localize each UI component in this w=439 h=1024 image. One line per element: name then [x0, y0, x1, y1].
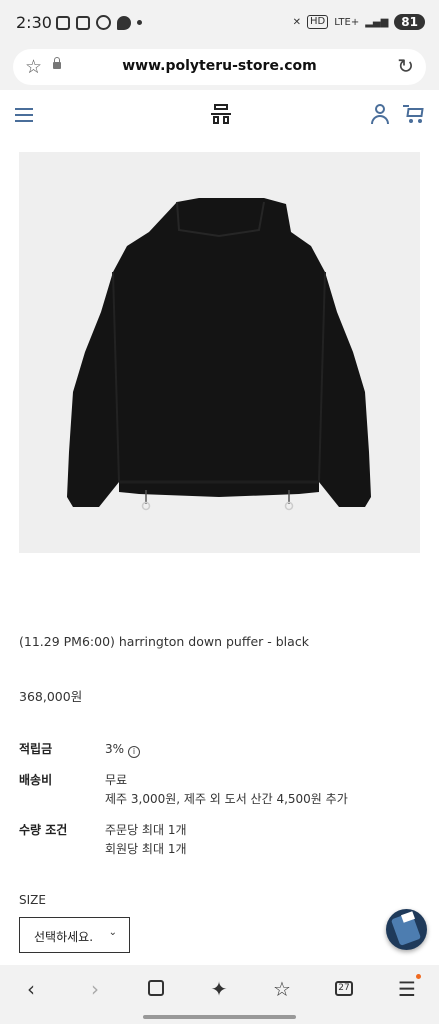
site-header [0, 90, 439, 140]
status-time: 2:30 [16, 13, 52, 32]
info-value-line: 주문당 최대 1개 [105, 823, 187, 837]
info-label: 수량 조건 [19, 823, 68, 837]
info-value-line: 제주 3,000원, 제주 외 도서 산간 4,500원 추가 [105, 792, 348, 806]
forward-arrow-icon[interactable]: › [80, 975, 110, 1003]
more-notifications-icon [137, 20, 142, 25]
info-value: 무료 제주 3,000원, 제주 외 도서 산간 4,500원 추가 [105, 771, 348, 809]
info-icon[interactable]: i [128, 746, 141, 758]
size-label: SIZE [19, 893, 46, 907]
hd-badge: HD [306, 15, 329, 29]
mute-icon: ✕ [292, 16, 301, 28]
floating-promo-button[interactable] [386, 909, 427, 950]
product-name: (11.29 PM6:00) harrington down puffer - … [19, 634, 309, 649]
reload-icon[interactable]: ↻ [397, 55, 414, 77]
info-value-line: 3% [105, 742, 125, 756]
hamburger-menu-icon[interactable] [15, 108, 33, 122]
home-icon[interactable] [148, 980, 164, 996]
network-label: LTE+ [334, 16, 360, 28]
url-text[interactable]: www.polyteru-store.com [13, 58, 426, 74]
product-image[interactable] [19, 152, 420, 553]
info-label: 배송비 [19, 773, 53, 787]
address-bar[interactable]: ☆ www.polyteru-store.com ↻ [13, 49, 426, 85]
menu-icon[interactable]: ☰ [392, 975, 422, 1003]
shopping-cart-icon[interactable] [403, 105, 424, 123]
message-icon [117, 15, 131, 30]
gallery-icon [76, 15, 90, 30]
back-arrow-icon[interactable]: ‹ [16, 975, 46, 1003]
size-select[interactable]: 선택하세요. ⌄ [19, 917, 130, 953]
menu-notification-dot [416, 974, 421, 979]
site-logo[interactable] [211, 104, 231, 124]
signal-icon: ▂▄▆ [365, 16, 389, 28]
tabs-icon[interactable]: 27 [335, 981, 353, 996]
info-value-line: 무료 [105, 773, 128, 787]
user-account-icon[interactable] [371, 104, 389, 124]
info-label: 적립금 [19, 742, 53, 756]
browser-toolbar: ☆ www.polyteru-store.com ↻ [0, 46, 439, 90]
screenshot-icon [56, 15, 70, 30]
size-select-value[interactable]: 선택하세요. [34, 928, 93, 945]
system-icons: ✕ HD LTE+ ▂▄▆ 81 [293, 14, 425, 30]
sparkle-icon[interactable]: ✦ [204, 975, 234, 1003]
product-price: 368,000원 [19, 689, 83, 704]
home-indicator[interactable] [143, 1015, 296, 1019]
talk-icon [96, 15, 111, 30]
battery-level: 81 [394, 14, 425, 30]
bookmark-star-icon[interactable]: ☆ [267, 975, 297, 1003]
chevron-down-icon[interactable]: ⌄ [109, 927, 117, 938]
jacket-photo [67, 198, 371, 511]
info-value: 주문당 최대 1개 회원당 최대 1개 [105, 821, 187, 859]
info-value-line: 회원당 최대 1개 [105, 842, 187, 856]
info-value: 3% i [105, 740, 141, 759]
status-bar: 2:30 ✕ HD LTE+ ▂▄▆ 81 [0, 0, 439, 46]
browser-bottom-nav: ‹ › ✦ ☆ 27 ☰ [0, 965, 439, 1024]
notification-icons [56, 15, 142, 30]
